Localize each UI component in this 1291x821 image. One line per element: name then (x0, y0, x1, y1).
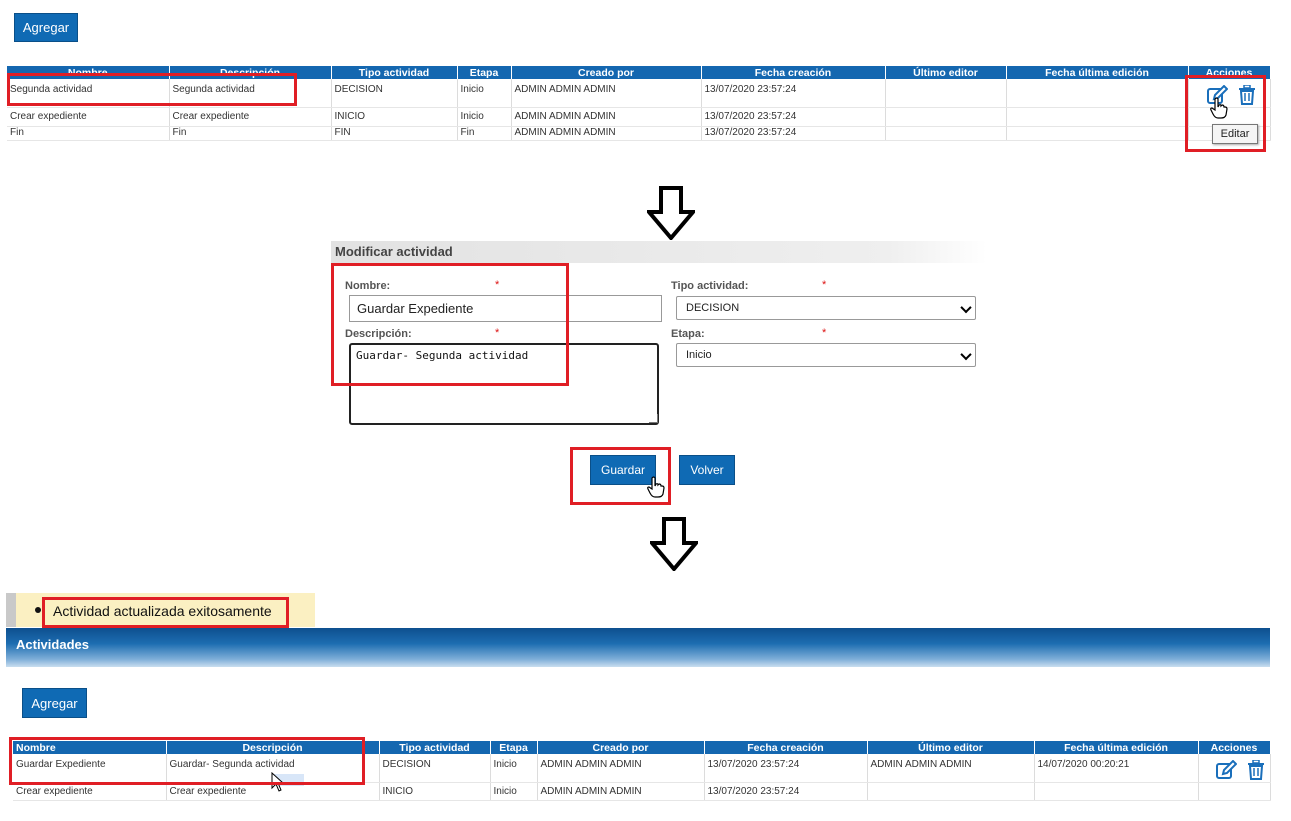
cell: Inicio (457, 107, 512, 127)
hand-cursor-icon (646, 476, 666, 498)
cell: Fin (169, 126, 332, 141)
cell: Guardar Expediente (13, 754, 167, 783)
chevron-down-icon (960, 348, 972, 361)
add-button-top[interactable]: Agregar (14, 13, 78, 42)
col-header: Fecha última edición (1006, 66, 1189, 79)
table-row: Guardar Expediente Guardar- Segunda acti… (13, 754, 1271, 783)
cell: ADMIN ADMIN ADMIN (511, 107, 702, 127)
col-header: Fecha última edición (1034, 741, 1199, 754)
descripcion-text: Guardar- Segunda actividad (356, 349, 529, 362)
col-header: Creado por (537, 741, 705, 754)
section-header (6, 628, 1270, 667)
col-header: Tipo actividad (379, 741, 491, 754)
col-header: Tipo actividad (331, 66, 458, 79)
arrow-cursor-icon (271, 771, 285, 797)
nombre-input[interactable]: Guardar Expediente (349, 295, 662, 322)
cell (885, 79, 1007, 108)
cell (1006, 107, 1189, 127)
cell: ADMIN ADMIN ADMIN (537, 782, 705, 801)
cell: Inicio (490, 754, 538, 783)
descripcion-label: Descripción: (345, 328, 412, 340)
form-title: Modificar actividad (335, 244, 453, 259)
cell: FIN (331, 126, 458, 141)
col-header: Último editor (885, 66, 1007, 79)
col-header: Fecha creación (701, 66, 886, 79)
col-header: Fecha creación (704, 741, 868, 754)
etapa-label: Etapa: (671, 328, 705, 340)
required-mark: * (822, 279, 827, 291)
cell: Inicio (490, 782, 538, 801)
cell: INICIO (331, 107, 458, 127)
required-mark: * (822, 327, 827, 339)
cell: Crear expediente (169, 107, 332, 127)
cell: 13/07/2020 23:57:24 (704, 754, 868, 783)
cell (1006, 126, 1189, 141)
edit-icon[interactable] (1215, 759, 1238, 782)
cell: 13/07/2020 23:57:24 (701, 107, 886, 127)
cell: ADMIN ADMIN ADMIN (867, 754, 1035, 783)
actions-cell (1188, 79, 1271, 108)
cell: ADMIN ADMIN ADMIN (511, 79, 702, 108)
col-header: Último editor (867, 741, 1035, 754)
col-header: Creado por (511, 66, 702, 79)
cell: INICIO (379, 782, 491, 801)
arrow-down-icon (647, 517, 701, 576)
cell: Crear expediente (13, 782, 167, 801)
cell: Inicio (457, 79, 512, 108)
cell (885, 126, 1007, 141)
bullet (35, 607, 41, 613)
actions-cell (1198, 782, 1271, 801)
cell: ADMIN ADMIN ADMIN (537, 754, 705, 783)
cell: ADMIN ADMIN ADMIN (511, 126, 702, 141)
cell: Segunda actividad (7, 79, 170, 108)
col-header: Nombre (13, 741, 167, 754)
etapa-value: Inicio (686, 349, 712, 361)
col-header: Nombre (7, 66, 170, 79)
cell: 13/07/2020 23:57:24 (704, 782, 868, 801)
tooltip: Editar (1212, 124, 1258, 144)
cell: 13/07/2020 23:57:24 (701, 126, 886, 141)
textarea-resize-handle[interactable] (649, 414, 658, 423)
col-header: Acciones (1188, 66, 1271, 79)
add-button-bottom[interactable]: Agregar (22, 688, 87, 718)
table-row: Fin Fin FIN Fin ADMIN ADMIN ADMIN 13/07/… (7, 126, 1271, 141)
cell (867, 782, 1035, 801)
cell: 14/07/2020 00:20:21 (1034, 754, 1199, 783)
tipo-select[interactable]: DECISION (676, 296, 976, 320)
nombre-label: Nombre: (345, 280, 391, 292)
section-title: Actividades (16, 637, 89, 652)
tipo-label: Tipo actividad: (671, 280, 749, 292)
etapa-select[interactable]: Inicio (676, 343, 976, 367)
cell: Fin (457, 126, 512, 141)
col-header: Descripción (169, 66, 332, 79)
cell (885, 107, 1007, 127)
col-header: Etapa (457, 66, 512, 79)
tipo-value: DECISION (686, 302, 740, 314)
cell: DECISION (379, 754, 491, 783)
required-mark: * (495, 327, 500, 339)
col-header: Descripción (166, 741, 380, 754)
chevron-down-icon (960, 301, 972, 314)
hand-cursor-icon (1209, 97, 1229, 119)
table-row: Crear expediente Crear expediente INICIO… (13, 782, 1271, 801)
arrow-down-icon (644, 186, 698, 245)
required-mark: * (495, 279, 500, 291)
activities-table-bottom: Nombre Descripción Tipo actividad Etapa … (13, 741, 1271, 801)
table-row: Crear expediente Crear expediente INICIO… (7, 107, 1271, 127)
cell: 13/07/2020 23:57:24 (701, 79, 886, 108)
activities-table-top: Nombre Descripción Tipo actividad Etapa … (7, 66, 1271, 141)
cell: Fin (7, 126, 170, 141)
trash-icon[interactable] (1247, 759, 1265, 780)
col-header: Etapa (490, 741, 538, 754)
col-header: Acciones (1198, 741, 1271, 754)
back-button[interactable]: Volver (679, 455, 735, 485)
success-message: Actividad actualizada exitosamente (53, 603, 272, 619)
trash-icon[interactable] (1238, 84, 1256, 105)
table-row: Segunda actividad Segunda actividad DECI… (7, 79, 1271, 108)
cell: Crear expediente (7, 107, 170, 127)
cell: Segunda actividad (169, 79, 332, 108)
cell (1006, 79, 1189, 108)
cell: DECISION (331, 79, 458, 108)
cell (1034, 782, 1199, 801)
